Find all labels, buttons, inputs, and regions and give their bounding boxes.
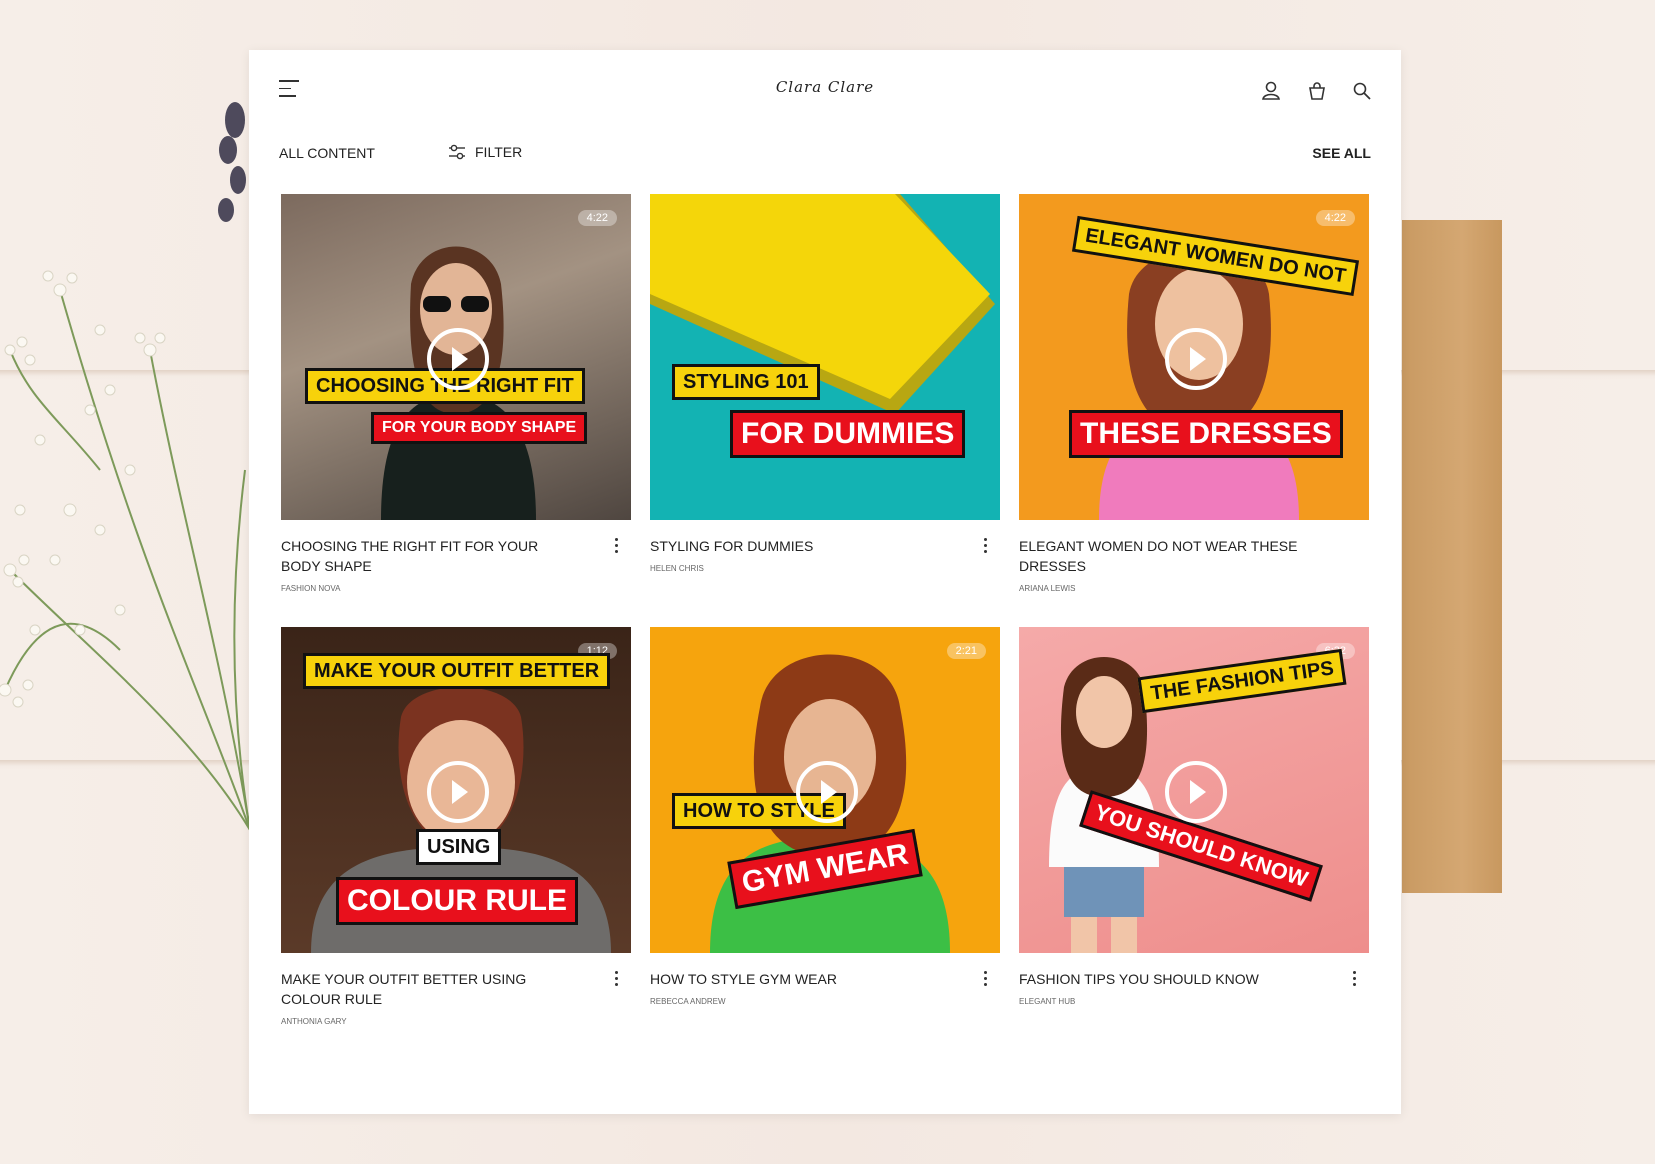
see-all-link[interactable]: SEE ALL [1312,145,1371,161]
play-icon[interactable] [1165,328,1227,390]
content-toolbar: ALL CONTENT FILTER SEE ALL [279,142,1371,168]
video-thumbnail[interactable]: 2:21 HOW TO STYLE GYM WEAR [650,627,1000,953]
video-card[interactable]: 4:22 ELEGANT WOMEN DO NOT THESE DRESSES … [1019,194,1369,593]
overlay-label: THESE DRESSES [1069,410,1343,458]
overlay-label: STYLING 101 [672,364,820,400]
video-card[interactable]: 2:21 HOW TO STYLE GYM WEAR HOW TO STYLE … [650,627,1000,1006]
filter-icon [449,144,465,160]
overlay-label: MAKE YOUR OUTFIT BETTER [303,653,611,689]
search-icon[interactable] [1351,80,1373,102]
video-title[interactable]: MAKE YOUR OUTFIT BETTER USING COLOUR RUL… [281,969,581,1009]
user-icon[interactable] [1260,80,1282,102]
overlay-label: USING [416,829,502,865]
video-title[interactable]: HOW TO STYLE GYM WEAR [650,969,950,989]
more-options-icon[interactable] [611,538,621,556]
brand-logo[interactable]: Clara Clare [249,78,1401,96]
duration-badge: 2:21 [946,643,986,659]
more-options-icon[interactable] [1349,971,1359,989]
video-card[interactable]: 6:32 THE FASHION TIPS YOU SHOULD KNOW FA… [1019,627,1369,1006]
video-thumbnail[interactable]: 4:22 CHOOSING THE RIGHT FIT FOR YOUR BOD… [281,194,631,520]
more-options-icon[interactable] [980,971,990,989]
all-content-tab[interactable]: ALL CONTENT [279,145,375,161]
video-title[interactable]: STYLING FOR DUMMIES [650,536,950,556]
video-thumbnail[interactable]: 6:32 THE FASHION TIPS YOU SHOULD KNOW [1019,627,1369,953]
video-author: ANTHONIA GARY [281,1017,347,1026]
more-options-icon[interactable] [611,971,621,989]
filter-button[interactable]: FILTER [447,142,522,162]
video-title[interactable]: ELEGANT WOMEN DO NOT WEAR THESE DRESSES [1019,536,1319,576]
duration-badge: 4:22 [577,210,617,226]
overlay-label: FOR YOUR BODY SHAPE [371,412,588,444]
video-author: HELEN CHRIS [650,564,704,573]
play-icon[interactable] [796,761,858,823]
video-author: ELEGANT HUB [1019,997,1076,1006]
play-icon[interactable] [427,328,489,390]
filter-label: FILTER [475,144,523,160]
overlay-label: COLOUR RULE [336,877,578,925]
video-card[interactable]: STYLING 101 FOR DUMMIES STYLING FOR DUMM… [650,194,1000,573]
video-thumbnail[interactable]: STYLING 101 FOR DUMMIES [650,194,1000,520]
kraft-paper-decoration [1402,220,1502,893]
video-thumbnail[interactable]: 1:12 MAKE YOUR OUTFIT BETTER USING COLOU… [281,627,631,953]
duration-badge: 4:22 [1315,210,1355,226]
video-author: REBECCA ANDREW [650,997,726,1006]
flowers-decoration [0,102,251,831]
notebook-image [650,194,995,414]
overlay-label: FOR DUMMIES [730,410,966,458]
video-title[interactable]: FASHION TIPS YOU SHOULD KNOW [1019,969,1319,989]
video-card[interactable]: 4:22 CHOOSING THE RIGHT FIT FOR YOUR BOD… [281,194,631,593]
content-panel: Clara Clare ALL CONTENT FILTER SEE ALL 4… [249,50,1401,1114]
play-icon[interactable] [1165,761,1227,823]
video-author: ARIANA LEWIS [1019,584,1076,593]
bag-icon[interactable] [1306,80,1328,102]
video-thumbnail[interactable]: 4:22 ELEGANT WOMEN DO NOT THESE DRESSES [1019,194,1369,520]
video-card[interactable]: 1:12 MAKE YOUR OUTFIT BETTER USING COLOU… [281,627,631,1026]
more-options-icon[interactable] [980,538,990,556]
play-icon[interactable] [427,761,489,823]
video-title[interactable]: CHOOSING THE RIGHT FIT FOR YOUR BODY SHA… [281,536,581,576]
video-author: FASHION NOVA [281,584,341,593]
header: Clara Clare [249,50,1401,140]
